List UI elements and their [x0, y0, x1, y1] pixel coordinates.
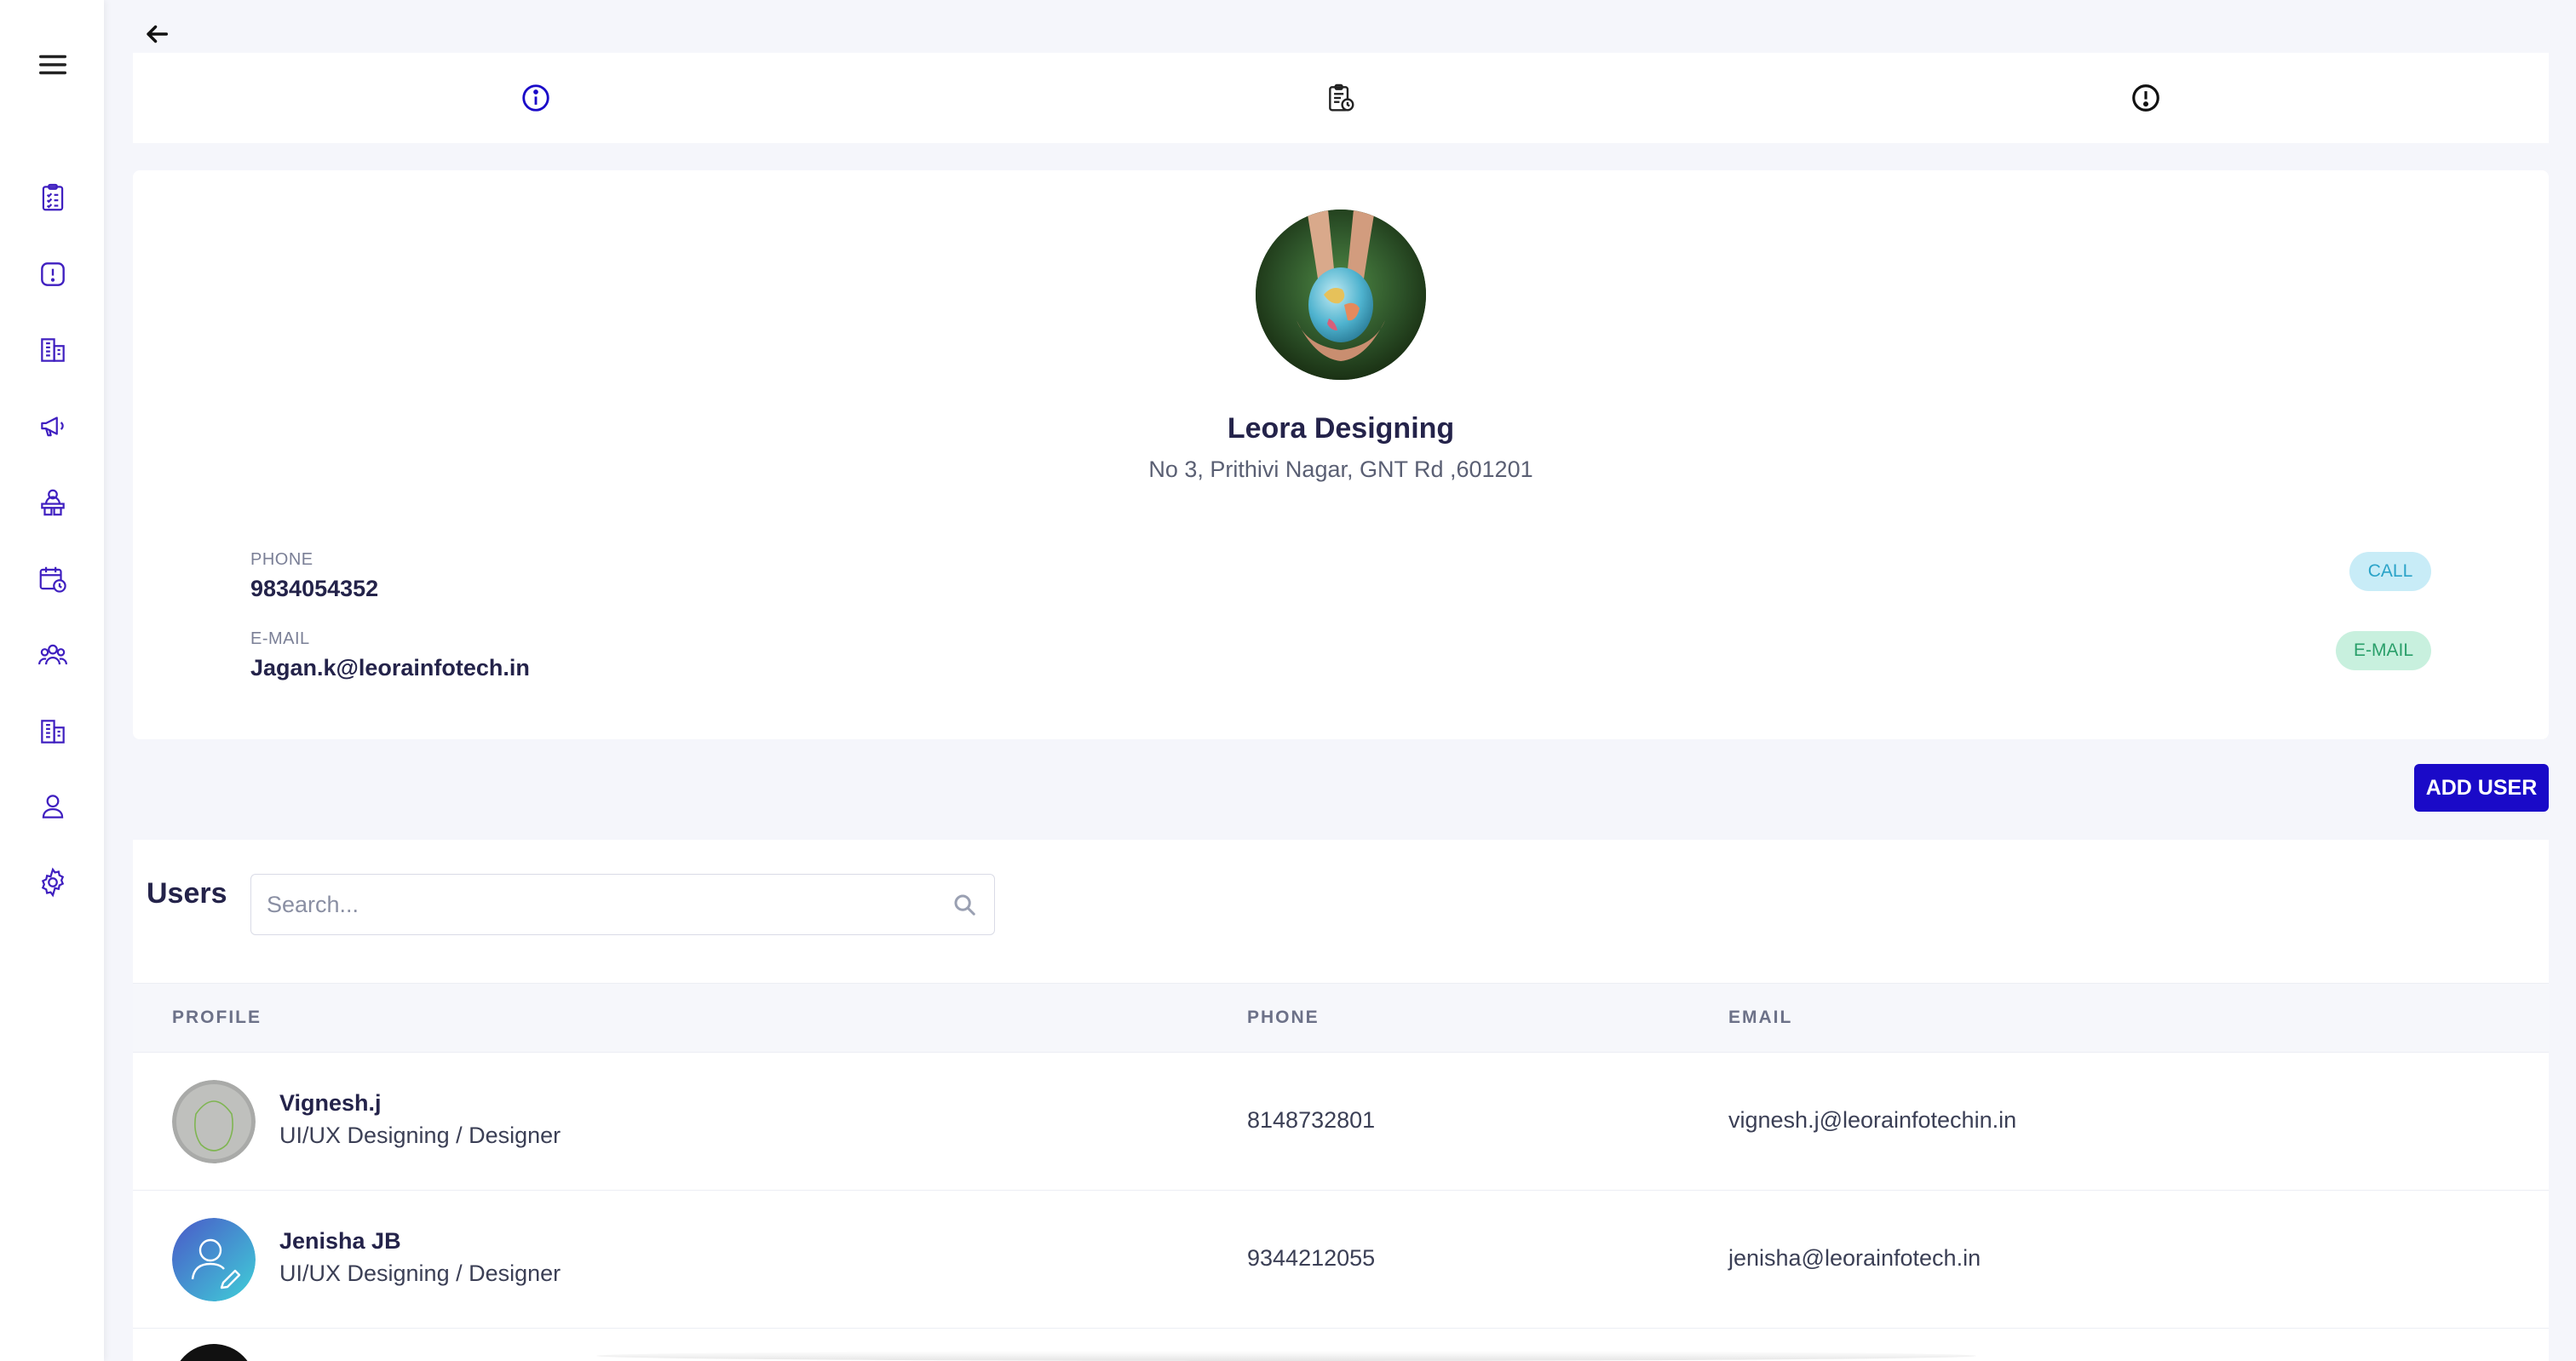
search-box — [250, 874, 995, 935]
calendar-clock-icon[interactable] — [34, 560, 72, 598]
column-header-email[interactable]: EMAIL — [1728, 1008, 1792, 1028]
app-root: Leora Designing No 3, Prithivi Nagar, GN… — [0, 0, 2576, 1361]
user-name: Jenisha JB — [279, 1228, 401, 1254]
team-icon[interactable] — [34, 636, 72, 674]
user-email: jenisha@leorainfotech.in — [1728, 1245, 1981, 1271]
users-table-header: PROFILE PHONE EMAIL — [133, 983, 2549, 1053]
table-row[interactable]: Vignesh.j UI/UX Designing / Designer 814… — [133, 1053, 2549, 1191]
detail-tabs — [133, 53, 2549, 143]
phone-value: 9834054352 — [250, 576, 379, 601]
search-input[interactable] — [251, 875, 934, 934]
users-panel: Users PROFILE PHONE EMAIL Vignesh.j UI/U… — [133, 840, 2549, 1361]
user-role: UI/UX Designing / Designer — [279, 1261, 561, 1286]
alert-circle-icon — [2132, 84, 2160, 112]
tab-alerts[interactable] — [1744, 53, 2549, 143]
avatar — [172, 1218, 256, 1301]
user-phone: 9344212055 — [1247, 1245, 1376, 1271]
office-building-icon[interactable] — [34, 713, 72, 750]
email-button[interactable]: E-MAIL — [2336, 631, 2431, 670]
scroll-shadow — [596, 1351, 1976, 1361]
column-header-phone[interactable]: PHONE — [1247, 1008, 1320, 1028]
email-value: Jagan.k@leorainfotech.in — [250, 655, 530, 680]
user-email: vignesh.j@leorainfotechin.in — [1728, 1107, 2017, 1133]
settings-icon[interactable] — [34, 864, 72, 901]
report-clock-icon — [1329, 83, 1354, 112]
organization-name: Leora Designing — [1227, 412, 1455, 445]
alert-square-icon[interactable] — [34, 256, 72, 293]
organization-card: Leora Designing No 3, Prithivi Nagar, GN… — [133, 170, 2549, 739]
users-title: Users — [147, 877, 227, 910]
table-row[interactable]: Jenisha JB UI/UX Designing / Designer 93… — [133, 1191, 2549, 1329]
column-header-profile[interactable]: PROFILE — [172, 1008, 262, 1028]
building-icon[interactable] — [34, 331, 72, 369]
tab-report[interactable] — [938, 53, 1743, 143]
organization-avatar — [1256, 210, 1426, 380]
checklist-icon[interactable] — [34, 179, 72, 216]
call-button[interactable]: CALL — [2349, 552, 2431, 591]
avatar — [172, 1344, 256, 1361]
user-phone: 8148732801 — [1247, 1107, 1376, 1133]
phone-label: PHONE — [250, 550, 313, 569]
info-circle-icon — [521, 84, 549, 112]
user-name: Vignesh.j — [279, 1090, 382, 1116]
back-arrow-icon[interactable] — [140, 17, 174, 51]
email-label: E-MAIL — [250, 629, 310, 648]
organization-address: No 3, Prithivi Nagar, GNT Rd ,601201 — [1148, 457, 1533, 482]
user-desk-icon[interactable] — [34, 484, 72, 521]
menu-icon[interactable] — [34, 46, 72, 83]
megaphone-icon[interactable] — [34, 407, 72, 445]
tab-info[interactable] — [133, 53, 938, 143]
search-icon[interactable] — [934, 892, 994, 917]
user-icon[interactable] — [34, 788, 72, 825]
add-user-button[interactable]: ADD USER — [2414, 764, 2549, 812]
avatar — [172, 1080, 256, 1163]
sidebar — [0, 0, 104, 1361]
user-role: UI/UX Designing / Designer — [279, 1123, 561, 1148]
